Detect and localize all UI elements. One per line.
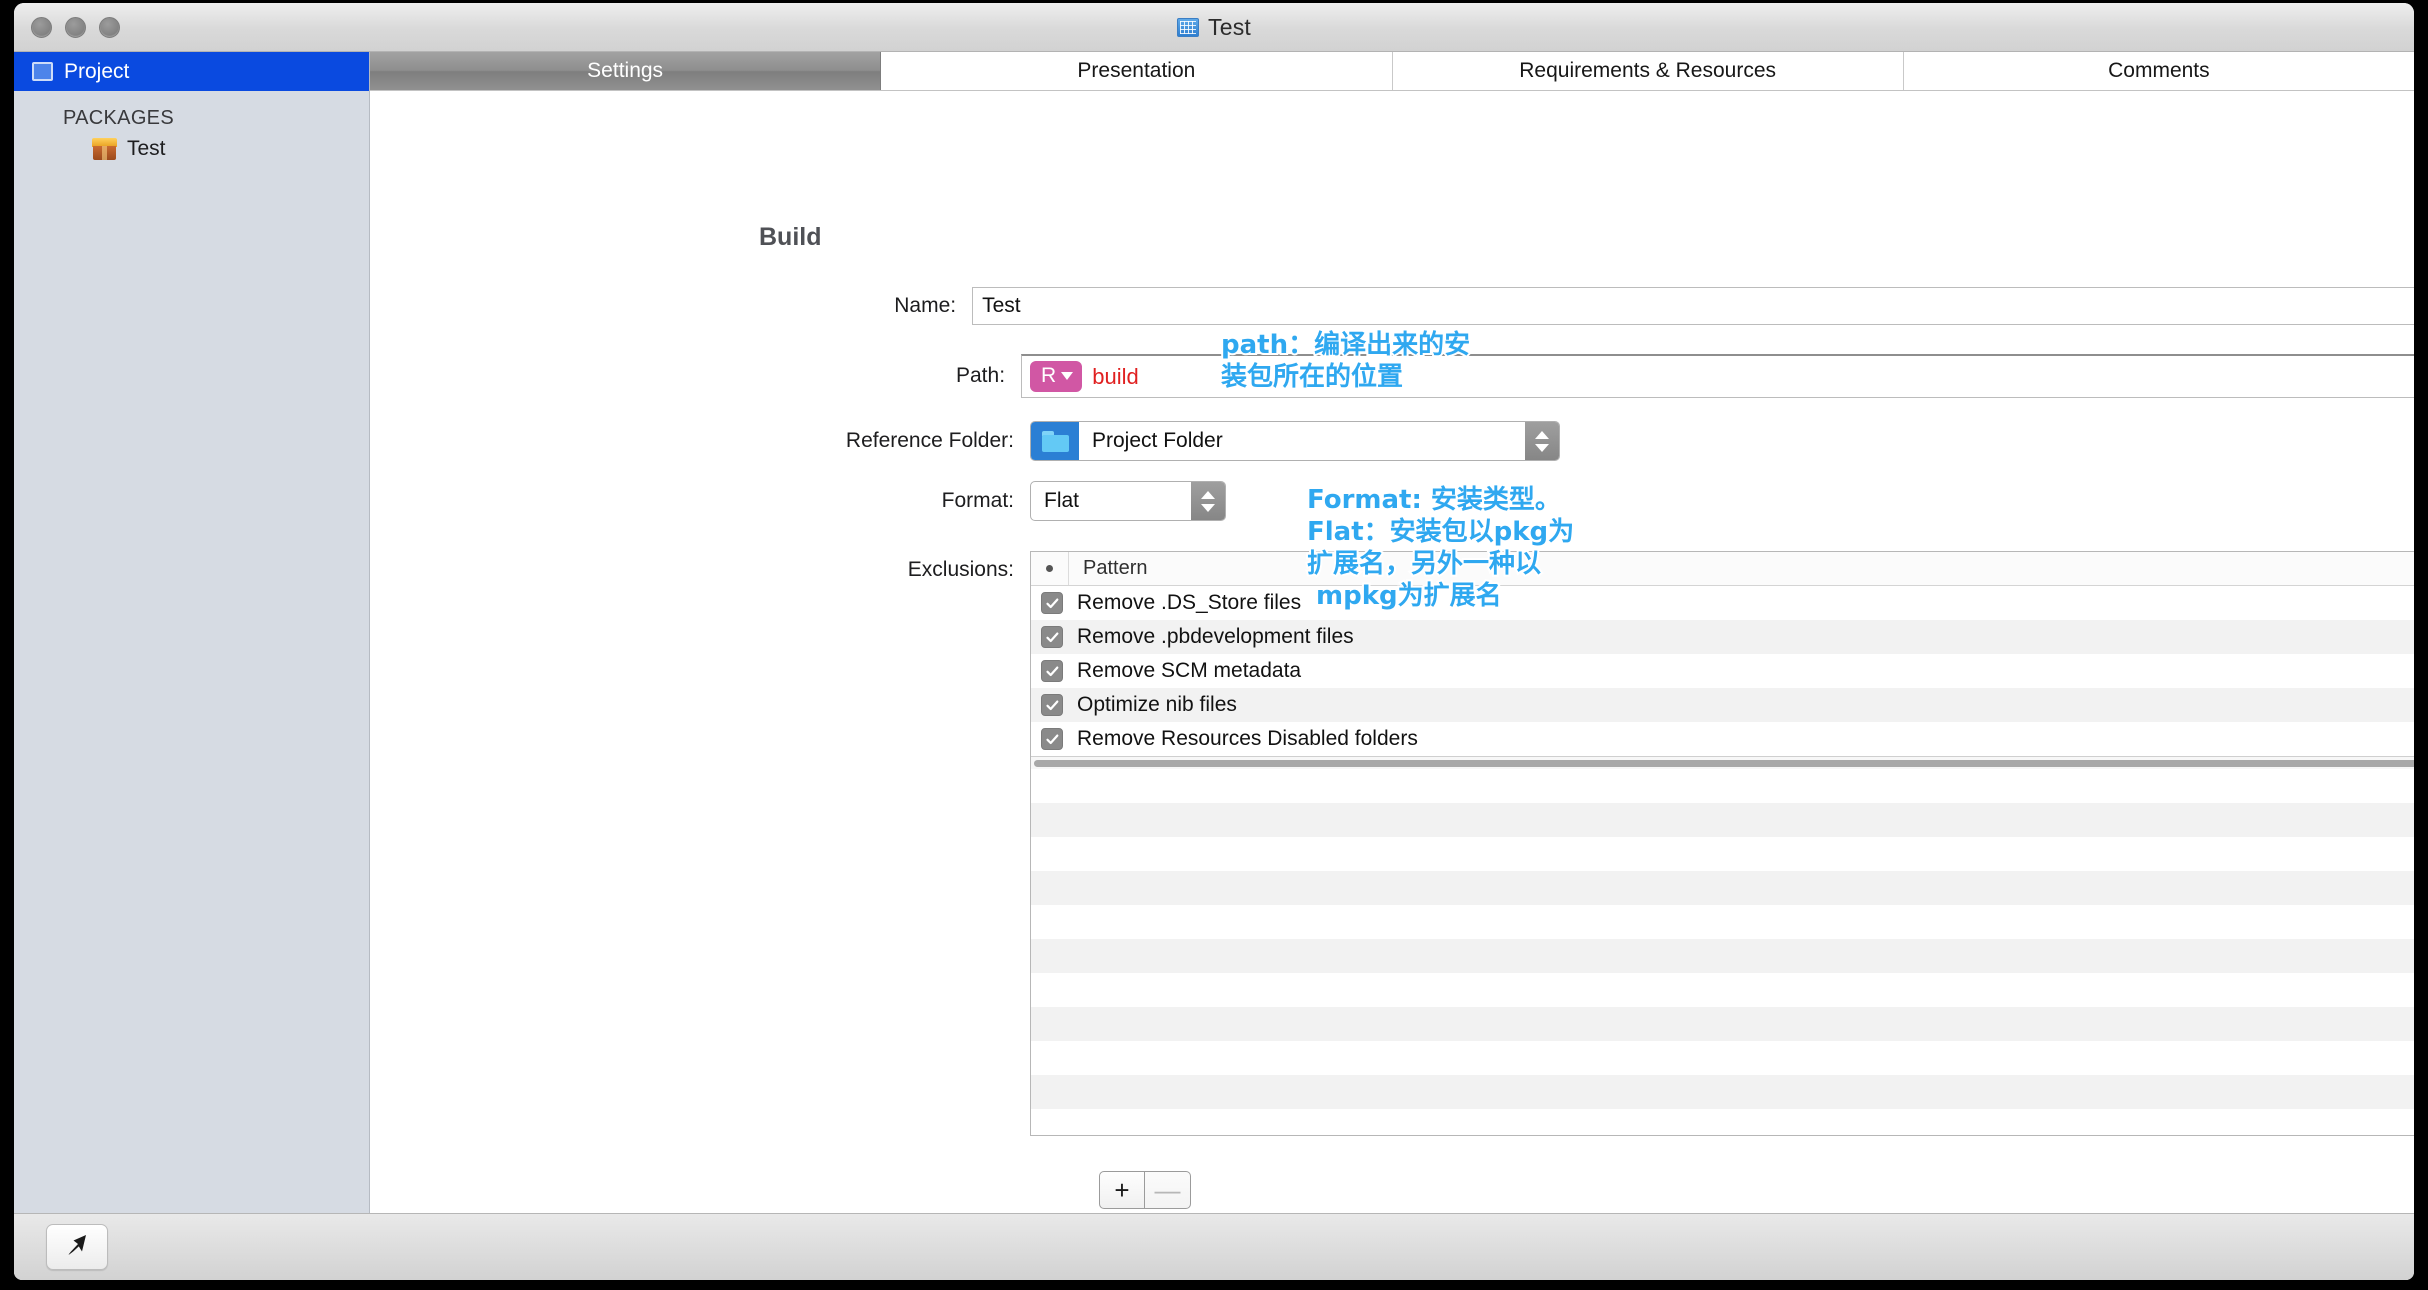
column-header-pattern[interactable]: Pattern bbox=[1069, 552, 2414, 585]
row-pattern: Remove .DS_Store files bbox=[1077, 591, 1301, 615]
path-row: Path: R build bbox=[370, 353, 2414, 399]
format-row: Format: Flat bbox=[370, 481, 1226, 521]
add-exclusion-button[interactable]: + bbox=[1099, 1171, 1145, 1209]
tab-settings[interactable]: Settings bbox=[370, 52, 881, 90]
sidebar-item-test[interactable]: Test bbox=[14, 130, 369, 161]
table-row[interactable]: Optimize nib files bbox=[1031, 688, 2414, 722]
row-checkbox[interactable] bbox=[1041, 728, 1063, 750]
reference-folder-row: Reference Folder: Project Folder bbox=[370, 421, 1560, 461]
table-row-empty[interactable] bbox=[1031, 871, 2414, 905]
table-row-empty[interactable] bbox=[1031, 1041, 2414, 1075]
table-row-empty[interactable] bbox=[1031, 973, 2414, 1007]
row-pattern: Remove .pbdevelopment files bbox=[1077, 625, 1354, 649]
table-header: Pattern Kind RegEx bbox=[1031, 552, 2414, 586]
table-row-empty[interactable] bbox=[1031, 905, 2414, 939]
name-input[interactable]: Test bbox=[972, 287, 2414, 325]
path-input[interactable]: R build bbox=[1021, 354, 2414, 398]
stepper-icon[interactable] bbox=[1525, 422, 1559, 460]
table-row[interactable]: Remove SCM metadata bbox=[1031, 654, 2414, 688]
table-row-empty[interactable] bbox=[1031, 837, 2414, 871]
main-panel: Settings Presentation Requirements & Res… bbox=[370, 52, 2414, 1213]
sidebar-item-project[interactable]: Project bbox=[14, 52, 369, 91]
name-row: Name: Test bbox=[370, 287, 2414, 325]
exclusions-label: Exclusions: bbox=[370, 551, 1030, 582]
tab-presentation[interactable]: Presentation bbox=[881, 52, 1392, 90]
format-label: Format: bbox=[370, 489, 1030, 513]
row-checkbox[interactable] bbox=[1041, 626, 1063, 648]
table-row[interactable]: Remove .pbdevelopment files bbox=[1031, 620, 2414, 654]
tab-bar: Settings Presentation Requirements & Res… bbox=[370, 52, 2414, 91]
scrollbar-thumb[interactable] bbox=[1034, 760, 2414, 767]
package-box-icon bbox=[92, 138, 117, 160]
minimize-button[interactable] bbox=[65, 17, 86, 38]
format-value: Flat bbox=[1031, 489, 1191, 513]
tab-comments[interactable]: Comments bbox=[1904, 52, 2414, 90]
table-row-empty[interactable] bbox=[1031, 1007, 2414, 1041]
table-row-empty[interactable] bbox=[1031, 1109, 2414, 1135]
path-token-label: R bbox=[1041, 364, 1056, 388]
add-remove-group: + — bbox=[1099, 1171, 1191, 1209]
row-pattern: Remove SCM metadata bbox=[1077, 659, 1301, 683]
app-window: Test Project PACKAGES Test Settings Pres… bbox=[14, 3, 2414, 1280]
sidebar-item-label: Project bbox=[64, 60, 129, 84]
arrow-share-icon bbox=[64, 1232, 90, 1263]
table-row-empty[interactable] bbox=[1031, 939, 2414, 973]
reference-folder-select[interactable]: Project Folder bbox=[1030, 421, 1560, 461]
sidebar-item-label: Test bbox=[127, 137, 166, 161]
share-button[interactable] bbox=[46, 1224, 108, 1270]
title-bar: Test bbox=[14, 3, 2414, 52]
row-pattern: Remove Resources Disabled folders bbox=[1077, 727, 1418, 751]
path-label: Path: bbox=[370, 364, 1021, 388]
window-title: Test bbox=[1208, 14, 1251, 41]
row-pattern: Optimize nib files bbox=[1077, 693, 1237, 717]
table-body: Remove .DS_Store files Remove .pbdevelopm… bbox=[1031, 586, 2414, 1135]
status-bar bbox=[14, 1213, 2414, 1280]
exclusions-table: Pattern Kind RegEx Remove .DS_Store file… bbox=[1030, 551, 2414, 1136]
window-title-group: Test bbox=[14, 3, 2414, 51]
table-row-empty[interactable] bbox=[1031, 1075, 2414, 1109]
traffic-light-group bbox=[31, 17, 120, 38]
remove-exclusion-button[interactable]: — bbox=[1145, 1171, 1191, 1209]
row-checkbox[interactable] bbox=[1041, 660, 1063, 682]
stepper-icon[interactable] bbox=[1191, 482, 1225, 520]
reference-folder-value: Project Folder bbox=[1079, 429, 1525, 453]
path-reference-token[interactable]: R bbox=[1030, 361, 1082, 392]
settings-panel: Build Name: Test Path: R build bbox=[370, 91, 2414, 1213]
zoom-button[interactable] bbox=[99, 17, 120, 38]
table-row[interactable]: Remove .DS_Store files bbox=[1031, 586, 2414, 620]
project-grid-icon bbox=[32, 62, 53, 81]
reference-folder-label: Reference Folder: bbox=[370, 429, 1030, 453]
horizontal-scrollbar[interactable] bbox=[1031, 756, 2414, 769]
chevron-down-icon bbox=[1061, 372, 1073, 380]
sidebar-section-packages: PACKAGES bbox=[14, 91, 369, 130]
folder-icon bbox=[1031, 422, 1079, 460]
page-title: Build bbox=[759, 223, 822, 252]
row-checkbox[interactable] bbox=[1041, 592, 1063, 614]
format-select[interactable]: Flat bbox=[1030, 481, 1226, 521]
column-header-checkbox[interactable] bbox=[1031, 552, 1069, 585]
close-button[interactable] bbox=[31, 17, 52, 38]
name-label: Name: bbox=[370, 294, 972, 318]
sidebar: Project PACKAGES Test bbox=[14, 52, 370, 1213]
table-row-empty[interactable] bbox=[1031, 769, 2414, 803]
row-checkbox[interactable] bbox=[1041, 694, 1063, 716]
path-value: build bbox=[1092, 364, 1138, 390]
table-row-empty[interactable] bbox=[1031, 803, 2414, 837]
exclusions-row: Exclusions: Pattern Kind RegEx Remove .D… bbox=[370, 551, 2414, 1136]
project-grid-icon bbox=[1177, 18, 1199, 37]
table-row[interactable]: Remove Resources Disabled folders bbox=[1031, 722, 2414, 756]
window-body: Project PACKAGES Test Settings Presentat… bbox=[14, 52, 2414, 1213]
tab-requirements-resources[interactable]: Requirements & Resources bbox=[1393, 52, 1904, 90]
